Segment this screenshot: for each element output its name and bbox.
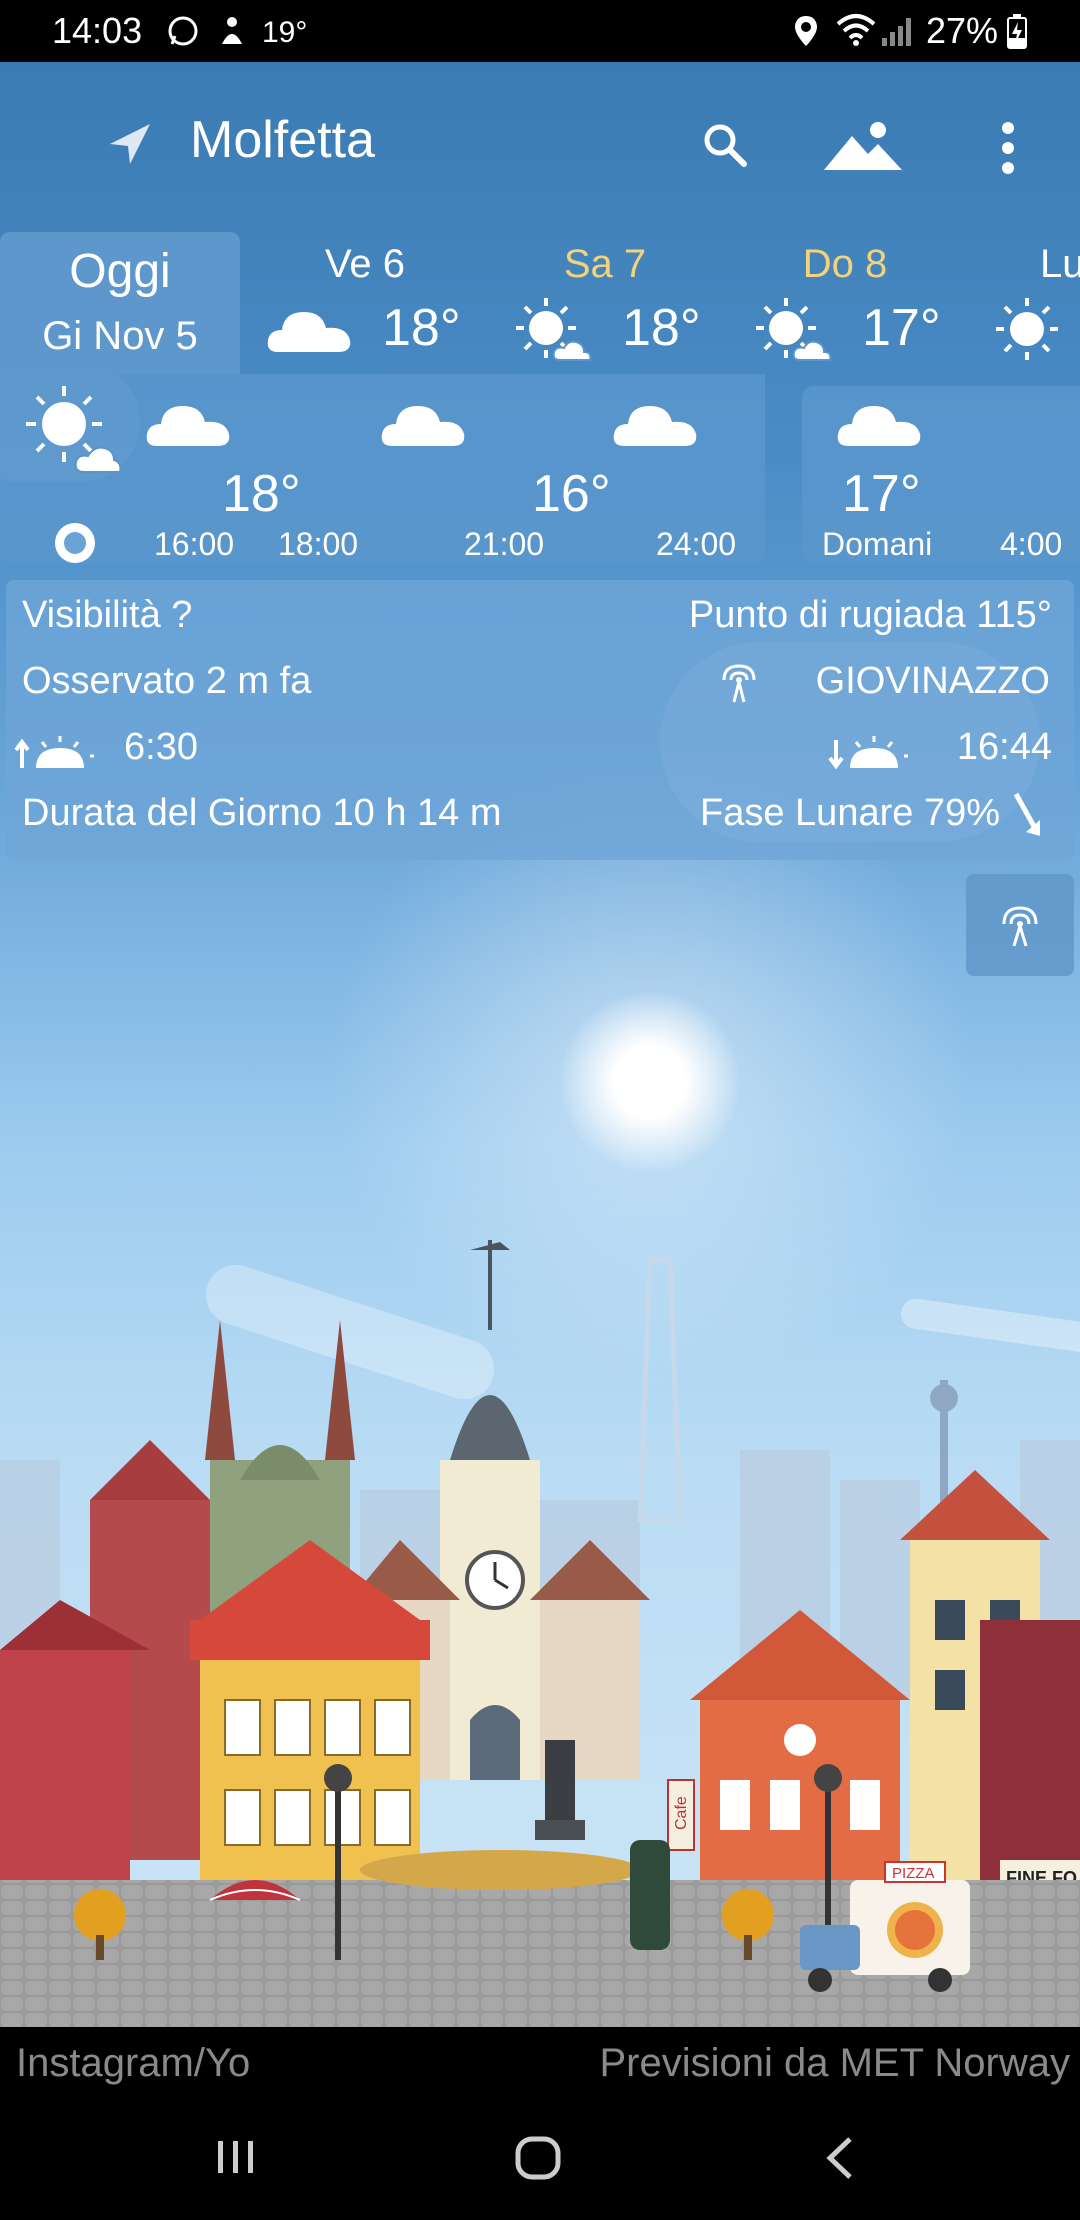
sunset-icon xyxy=(828,736,908,770)
whatsapp-icon xyxy=(168,16,198,46)
day-name: Do 8 xyxy=(802,242,888,286)
radar-antenna-icon xyxy=(1002,906,1038,947)
hour-label: 21:00 xyxy=(464,526,545,562)
status-bar: 14:03 19° 27% xyxy=(0,0,1080,62)
search-icon[interactable] xyxy=(700,120,750,170)
more-options-icon[interactable] xyxy=(996,120,1020,176)
dew-point-text: Punto di rugiada 115° xyxy=(688,594,1052,636)
cloud-icon xyxy=(381,406,465,446)
sun xyxy=(560,992,740,1172)
status-time: 14:03 xyxy=(52,10,143,51)
day-name: Ve 6 xyxy=(324,242,406,286)
day-name: Sa 7 xyxy=(563,242,647,286)
day-length-text: Durata del Giorno 10 h 14 m xyxy=(22,792,502,834)
credits-bar: Instagram/Yo Previsioni da MET Norway xyxy=(0,2027,1080,2097)
sunset-time: 16:44 xyxy=(956,726,1052,768)
home-icon[interactable] xyxy=(514,2135,562,2181)
day-date-today: Gi Nov 5 xyxy=(42,314,198,358)
cafe-sign: Cafe xyxy=(673,1796,690,1830)
recent-apps-icon[interactable] xyxy=(214,2137,258,2177)
landscape-icon[interactable] xyxy=(822,118,904,172)
cloud-icon xyxy=(267,312,351,352)
town-illustration: FINE FO Cafe PIZZA xyxy=(0,1240,1080,2027)
day-tab-ve6[interactable]: Ve 6 18° xyxy=(250,232,480,374)
location-pin-icon xyxy=(795,16,817,46)
credit-left[interactable]: Instagram/Yo xyxy=(16,2041,250,2086)
station-antenna-icon xyxy=(722,664,756,703)
hour-label: Domani xyxy=(822,526,933,562)
sun-cloud-icon xyxy=(516,298,592,361)
sunrise-icon xyxy=(14,736,94,768)
hour-label: 16:00 xyxy=(154,526,235,562)
back-icon[interactable] xyxy=(822,2135,858,2181)
day-tab-sa7[interactable]: Sa 7 18° xyxy=(490,232,720,374)
wifi-icon xyxy=(836,14,876,46)
day-name-today: Oggi xyxy=(69,245,171,298)
cloud-icon xyxy=(837,406,921,446)
cloud-icon xyxy=(613,406,697,446)
current-time-indicator-icon xyxy=(55,523,95,563)
hourly-temp: 17° xyxy=(842,465,921,523)
battery-percent: 27% xyxy=(926,10,999,51)
toolbar xyxy=(0,62,1080,232)
moon-phase-arrow-icon xyxy=(1013,792,1040,836)
day-temp: 18° xyxy=(382,299,461,357)
station-name[interactable]: GIOVINAZZO xyxy=(816,660,1050,703)
day-temp: 17° xyxy=(862,299,941,357)
hourly-temp: 16° xyxy=(532,465,611,523)
day-temp: 18° xyxy=(622,299,701,357)
city-name[interactable]: Molfetta xyxy=(190,110,375,170)
radar-button[interactable] xyxy=(966,874,1074,976)
status-temp: 19° xyxy=(262,16,308,49)
pizza-sign: PIZZA xyxy=(892,1865,935,1882)
location-arrow-icon[interactable] xyxy=(108,122,152,166)
sunrise-time: 6:30 xyxy=(124,726,198,768)
moon-phase-text: Fase Lunare 79% xyxy=(700,792,1000,834)
sun-cloud-icon xyxy=(26,386,122,473)
battery-charging-icon xyxy=(1007,14,1027,49)
hour-label: 4:00 xyxy=(1000,526,1063,562)
visibility-text: Visibilità ? xyxy=(22,594,193,636)
notification-icon xyxy=(222,17,242,44)
hour-label: 24:00 xyxy=(656,526,737,562)
hour-label: 18:00 xyxy=(278,526,359,562)
credit-right[interactable]: Previsioni da MET Norway xyxy=(599,2041,1070,2086)
day-tab-lu[interactable]: Lu xyxy=(980,232,1080,374)
navigation-bar xyxy=(0,2097,1080,2220)
observed-text: Osservato 2 m fa xyxy=(22,660,312,702)
day-tab-do8[interactable]: Do 8 17° xyxy=(730,232,960,374)
cloud-icon xyxy=(146,406,230,446)
day-name: Lu xyxy=(1040,242,1080,286)
hourly-temp: 18° xyxy=(222,465,301,523)
sun-cloud-icon xyxy=(756,298,832,361)
signal-icon xyxy=(882,18,911,46)
sun-icon xyxy=(996,298,1058,360)
